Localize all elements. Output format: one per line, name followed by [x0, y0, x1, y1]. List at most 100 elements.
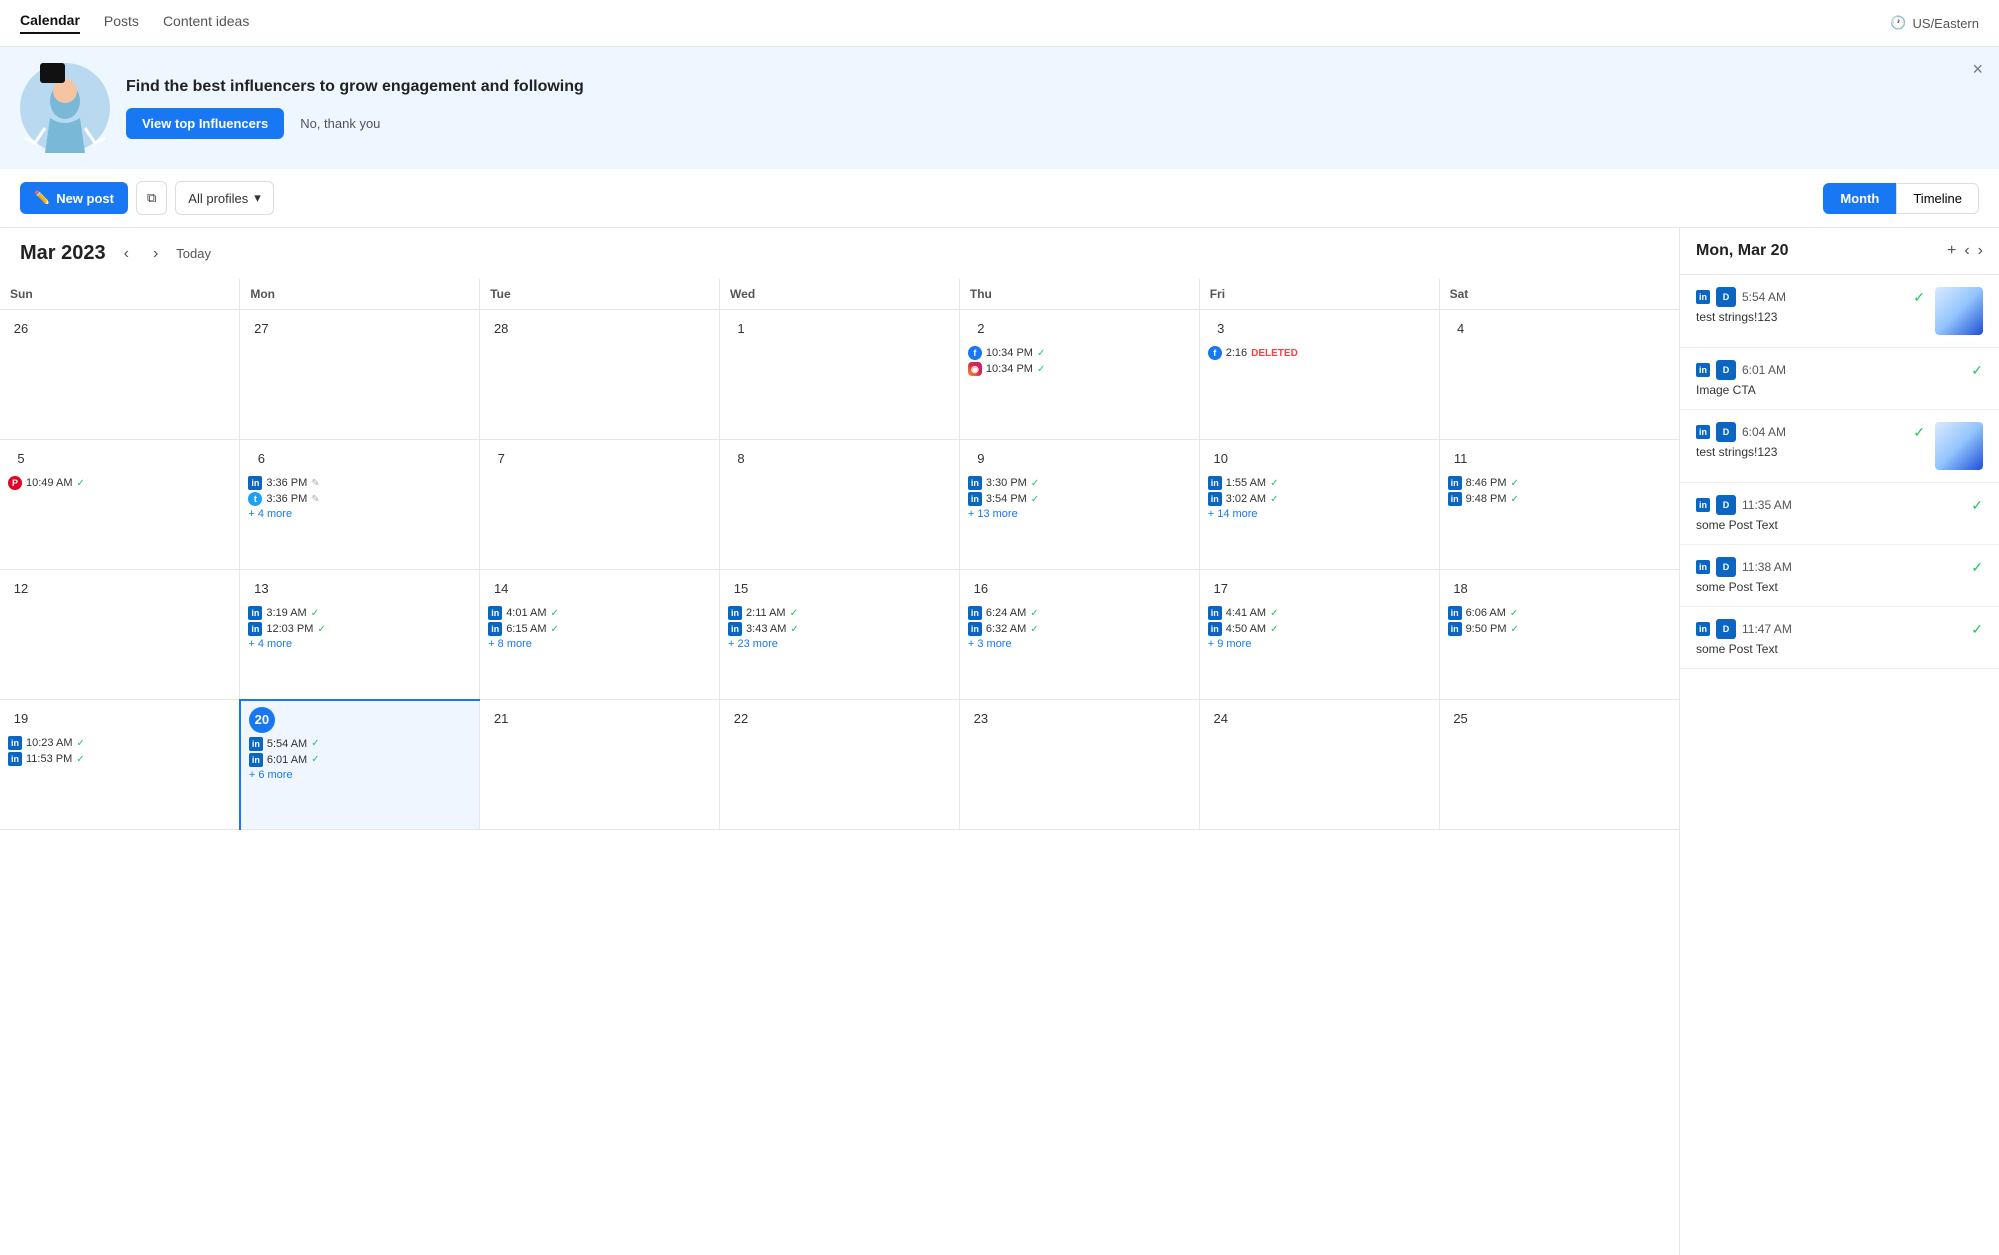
linkedin-icon: in	[728, 606, 742, 620]
new-post-button[interactable]: ✏️ New post	[20, 182, 128, 214]
event[interactable]: in 3:36 PM ✎	[248, 476, 471, 490]
view-influencers-button[interactable]: View top Influencers	[126, 108, 284, 139]
profiles-dropdown[interactable]: All profiles ▾	[175, 181, 274, 215]
cal-row-1: 26 27 28 1 2 f 10:34 PM ✓ ◉ 10:34 PM	[0, 310, 1679, 440]
day-26[interactable]: 26	[0, 310, 240, 440]
event[interactable]: in 3:19 AM ✓	[248, 606, 471, 620]
day-10[interactable]: 10 in 1:55 AM ✓ in 3:02 AM ✓ + 14 more	[1199, 440, 1439, 570]
day-12[interactable]: 12	[0, 570, 240, 700]
cal-row-3: 12 13 in 3:19 AM ✓ in 12:03 PM ✓	[0, 570, 1679, 700]
event[interactable]: in 12:03 PM ✓	[248, 622, 471, 636]
post-card[interactable]: in D 6:04 AM ✓ test strings!123	[1680, 410, 1999, 483]
event[interactable]: in 3:30 PM ✓	[968, 476, 1191, 490]
day-14[interactable]: 14 in 4:01 AM ✓ in 6:15 AM ✓ + 8 more	[480, 570, 720, 700]
day-18[interactable]: 18 in 6:06 AM ✓ in 9:50 PM ✓	[1439, 570, 1679, 700]
more-events-link[interactable]: + 13 more	[968, 508, 1191, 520]
day-24[interactable]: 24	[1199, 700, 1439, 830]
banner-avatar	[20, 63, 110, 153]
linkedin-icon: in	[728, 622, 742, 636]
day-8[interactable]: 8	[720, 440, 960, 570]
day-13[interactable]: 13 in 3:19 AM ✓ in 12:03 PM ✓ + 4 more	[240, 570, 480, 700]
nav-calendar[interactable]: Calendar	[20, 12, 80, 34]
day-6[interactable]: 6 in 3:36 PM ✎ t 3:36 PM ✎ + 4 more	[240, 440, 480, 570]
post-card[interactable]: in D 11:35 AM ✓ some Post Text	[1680, 483, 1999, 545]
dismiss-banner-button[interactable]: No, thank you	[300, 116, 380, 131]
add-post-panel-button[interactable]: +	[1947, 242, 1956, 260]
post-card[interactable]: in D 6:01 AM ✓ Image CTA	[1680, 348, 1999, 410]
timeline-view-button[interactable]: Timeline	[1896, 183, 1979, 214]
event[interactable]: in 11:53 PM ✓	[8, 752, 231, 766]
more-events-link[interactable]: + 14 more	[1208, 508, 1431, 520]
day-27[interactable]: 27	[240, 310, 480, 440]
event[interactable]: in 10:23 AM ✓	[8, 736, 231, 750]
event[interactable]: in 6:06 AM ✓	[1448, 606, 1671, 620]
post-check-icon: ✓	[1971, 362, 1983, 379]
linkedin-icon: in	[8, 752, 22, 766]
more-events-link[interactable]: + 8 more	[488, 638, 711, 650]
event[interactable]: in 6:24 AM ✓	[968, 606, 1191, 620]
event[interactable]: in 4:41 AM ✓	[1208, 606, 1431, 620]
linkedin-icon: in	[249, 737, 263, 751]
event[interactable]: f 2:16 DELETED	[1208, 346, 1431, 360]
event[interactable]: in 3:02 AM ✓	[1208, 492, 1431, 506]
day-25[interactable]: 25	[1439, 700, 1679, 830]
duplicate-button[interactable]: ⧉	[136, 181, 167, 215]
day-15[interactable]: 15 in 2:11 AM ✓ in 3:43 AM ✓ + 23 more	[720, 570, 960, 700]
day-20[interactable]: 20 in 5:54 AM ✓ in 6:01 AM ✓ + 6 more	[240, 700, 480, 830]
linkedin-icon: in	[249, 753, 263, 767]
day-21[interactable]: 21	[480, 700, 720, 830]
nav-posts[interactable]: Posts	[104, 13, 139, 33]
event[interactable]: f 10:34 PM ✓	[968, 346, 1191, 360]
post-card[interactable]: in D 5:54 AM ✓ test strings!123	[1680, 275, 1999, 348]
event[interactable]: in 9:48 PM ✓	[1448, 492, 1671, 506]
more-events-link[interactable]: + 4 more	[248, 638, 471, 650]
event[interactable]: in 8:46 PM ✓	[1448, 476, 1671, 490]
day-5[interactable]: 5 P 10:49 AM ✓	[0, 440, 240, 570]
event[interactable]: t 3:36 PM ✎	[248, 492, 471, 506]
avatar: D	[1716, 619, 1736, 639]
day-3[interactable]: 3 f 2:16 DELETED	[1199, 310, 1439, 440]
prev-month-button[interactable]: ‹	[118, 243, 135, 265]
thumbnail-image	[1935, 287, 1983, 335]
pencil-icon: ✏️	[34, 190, 50, 206]
post-card[interactable]: in D 11:47 AM ✓ some Post Text	[1680, 607, 1999, 669]
event[interactable]: in 3:54 PM ✓	[968, 492, 1191, 506]
day-23[interactable]: 23	[959, 700, 1199, 830]
event[interactable]: in 9:50 PM ✓	[1448, 622, 1671, 636]
event[interactable]: ◉ 10:34 PM ✓	[968, 362, 1191, 376]
close-banner-button[interactable]: ×	[1972, 59, 1983, 80]
event[interactable]: in 4:50 AM ✓	[1208, 622, 1431, 636]
more-events-link[interactable]: + 9 more	[1208, 638, 1431, 650]
prev-day-button[interactable]: ‹	[1964, 242, 1969, 260]
event[interactable]: in 1:55 AM ✓	[1208, 476, 1431, 490]
more-events-link[interactable]: + 4 more	[248, 508, 471, 520]
next-month-button[interactable]: ›	[147, 243, 164, 265]
next-day-button[interactable]: ›	[1978, 242, 1983, 260]
today-button[interactable]: Today	[176, 246, 211, 261]
day-17[interactable]: 17 in 4:41 AM ✓ in 4:50 AM ✓ + 9 more	[1199, 570, 1439, 700]
day-4[interactable]: 4	[1439, 310, 1679, 440]
event[interactable]: in 5:54 AM ✓	[249, 737, 471, 751]
day-16[interactable]: 16 in 6:24 AM ✓ in 6:32 AM ✓ + 3 more	[959, 570, 1199, 700]
more-events-link[interactable]: + 6 more	[249, 769, 471, 781]
day-28[interactable]: 28	[480, 310, 720, 440]
post-card[interactable]: in D 11:38 AM ✓ some Post Text	[1680, 545, 1999, 607]
day-2[interactable]: 2 f 10:34 PM ✓ ◉ 10:34 PM ✓	[959, 310, 1199, 440]
day-9[interactable]: 9 in 3:30 PM ✓ in 3:54 PM ✓ + 13 more	[959, 440, 1199, 570]
more-events-link[interactable]: + 23 more	[728, 638, 951, 650]
more-events-link[interactable]: + 3 more	[968, 638, 1191, 650]
event[interactable]: in 6:01 AM ✓	[249, 753, 471, 767]
event[interactable]: in 4:01 AM ✓	[488, 606, 711, 620]
nav-content-ideas[interactable]: Content ideas	[163, 13, 249, 33]
day-19[interactable]: 19 in 10:23 AM ✓ in 11:53 PM ✓	[0, 700, 240, 830]
day-22[interactable]: 22	[720, 700, 960, 830]
event[interactable]: in 6:32 AM ✓	[968, 622, 1191, 636]
month-view-button[interactable]: Month	[1823, 183, 1896, 214]
event[interactable]: P 10:49 AM ✓	[8, 476, 231, 490]
day-1[interactable]: 1	[720, 310, 960, 440]
day-7[interactable]: 7	[480, 440, 720, 570]
event[interactable]: in 2:11 AM ✓	[728, 606, 951, 620]
event[interactable]: in 3:43 AM ✓	[728, 622, 951, 636]
event[interactable]: in 6:15 AM ✓	[488, 622, 711, 636]
day-11[interactable]: 11 in 8:46 PM ✓ in 9:48 PM ✓	[1439, 440, 1679, 570]
